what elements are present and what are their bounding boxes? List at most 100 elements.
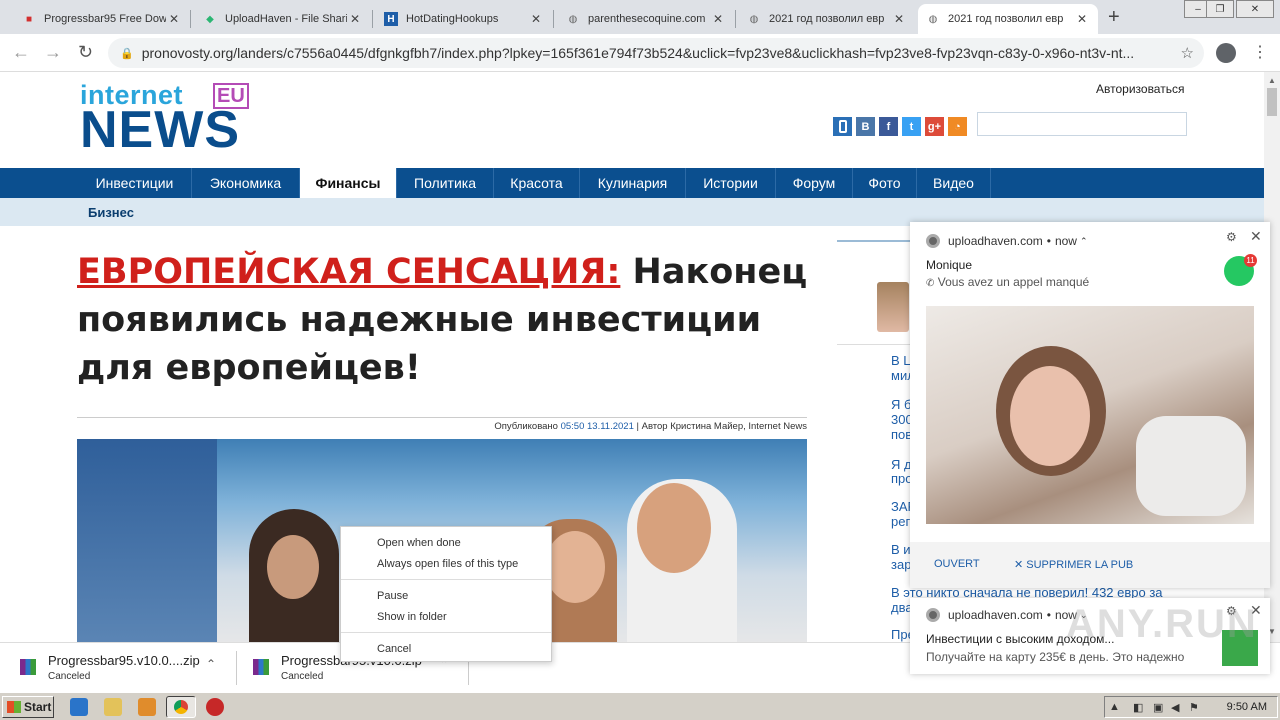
close-icon[interactable]: ✕ [347,12,363,26]
twitter-icon[interactable]: t [902,117,921,136]
subnav-item-business[interactable]: Бизнес [88,205,134,220]
google-plus-icon[interactable]: g+ [925,117,944,136]
watermark-logo: ANY.RUN [1066,602,1258,646]
logo-news-text[interactable]: NEWS [80,104,240,156]
facebook-icon[interactable]: f [879,117,898,136]
lock-icon: 🔒 [120,47,134,60]
speaker-icon[interactable]: ◀ [1171,701,1179,714]
sidebar-thumbnail[interactable] [877,282,909,332]
system-tray: ▲ ◧ ▣ ◀ ⚑ 9:50 AM [1104,696,1278,718]
notification-title: Monique [926,258,973,272]
globe-icon: ◍ [749,13,759,25]
close-icon[interactable]: ✕ [1250,228,1262,245]
winrar-archive-icon [20,659,36,675]
nav-item-stories[interactable]: Истории [686,168,776,198]
tab-divider [553,10,554,28]
internet-explorer-icon[interactable] [70,698,88,716]
window-close-button[interactable]: ✕ [1236,0,1274,18]
menu-separator [341,579,551,580]
nav-item-forum[interactable]: Форум [776,168,853,198]
reload-icon[interactable]: ↻ [78,42,93,63]
start-button[interactable]: Start [2,696,54,718]
bookmark-star-icon[interactable]: ☆ [1181,44,1194,62]
tab-6-active[interactable]: ◍ 2021 год позволил евр ✕ [918,4,1098,34]
url-text[interactable]: pronovosty.org/landers/c7556a0445/dfgnkg… [142,45,1152,61]
site-search-input[interactable] [977,112,1187,136]
menu-item-always-open[interactable]: Always open files of this type [377,558,518,570]
scroll-thumb[interactable] [1267,88,1277,116]
browser-menu-icon[interactable]: ⋮ [1252,42,1268,62]
tab-3[interactable]: H HotDatingHookups ✕ [376,4,552,34]
close-icon[interactable]: ✕ [166,12,182,26]
close-icon[interactable]: ✕ [528,12,544,26]
mobile-icon[interactable] [833,117,852,136]
forward-arrow-icon[interactable]: → [44,42,62,63]
globe-icon: ◍ [568,13,578,25]
divider [77,417,807,418]
sidebar-divider [837,344,917,345]
back-arrow-icon[interactable]: ← [12,42,30,63]
address-bar[interactable]: 🔒 pronovosty.org/landers/c7556a0445/dfgn… [108,38,1204,68]
notification-body: Получайте на карту 235€ в день. Это наде… [926,650,1185,664]
tab-1[interactable]: ■ Progressbar95 Free Dow ✕ [14,4,190,34]
nav-item-investments[interactable]: Инвестиции [78,168,192,198]
tray-expand-icon[interactable]: ▲ [1109,701,1120,713]
delete-ad-button[interactable]: ✕ SUPPRIMER LA PUB [1014,558,1133,571]
browser-toolbar: ← → ↻ 🔒 pronovosty.org/landers/c7556a044… [0,34,1280,72]
open-button[interactable]: OUVERT [934,558,980,570]
tab-5[interactable]: ◍ 2021 год позволил евр ✕ [739,4,915,34]
nav-item-finance[interactable]: Финансы [300,168,397,198]
nav-item-economy[interactable]: Экономика [192,168,300,198]
download-context-menu: Open when done Always open files of this… [340,526,552,662]
folder-icon[interactable] [104,698,122,716]
chevron-up-icon[interactable]: ⌃ [206,657,216,671]
clock[interactable]: 9:50 AM [1227,701,1267,713]
close-icon[interactable]: ✕ [1074,12,1090,26]
scroll-up-arrow-icon[interactable]: ▲ [1268,76,1276,85]
new-tab-button[interactable]: + [1108,6,1120,29]
menu-item-pause[interactable]: Pause [377,590,408,602]
tab-2[interactable]: ◆ UploadHaven - File Shari ✕ [195,4,371,34]
nav-item-cooking[interactable]: Кулинария [580,168,686,198]
nav-item-photo[interactable]: Фото [853,168,917,198]
download-item-1[interactable]: Progressbar95.v10.0....zip Canceled ⌃ [20,643,226,693]
push-notification-1[interactable]: uploadhaven.com • now ⌃ ⚙ ✕ Monique ✆ Vo… [910,222,1270,588]
notification-actions: OUVERT ✕ SUPPRIMER LA PUB [910,542,1270,588]
byline-prefix: Опубликовано [494,421,561,432]
tab-divider [735,10,736,28]
profile-avatar-icon[interactable] [1216,43,1236,63]
nav-item-beauty[interactable]: Красота [494,168,580,198]
chrome-taskbar-button[interactable] [166,696,196,718]
notification-body-text: Vous avez un appel manqué [937,275,1090,289]
tab-4[interactable]: ◍ parenthesecoquine.com ✕ [558,4,734,34]
maximize-button[interactable]: ❐ [1206,0,1234,18]
close-icon[interactable]: ✕ [710,12,726,26]
nav-item-video[interactable]: Видео [917,168,991,198]
rss-icon[interactable]: ◔ [948,117,967,136]
network-icon[interactable]: ▣ [1153,701,1163,714]
menu-item-cancel[interactable]: Cancel [377,643,411,655]
chevron-up-icon[interactable]: ⌃ [1080,236,1088,247]
taskbar: Start ▲ ◧ ▣ ◀ ⚑ 9:50 AM [0,692,1280,720]
delete-ad-label: SUPPRIMER LA PUB [1026,559,1134,571]
close-icon: ✕ [1014,559,1027,571]
download-filename: Progressbar95.v10.0....zip [48,653,200,668]
media-player-icon[interactable] [138,698,156,716]
uploadhaven-icon: ◆ [206,13,214,25]
divider [236,651,237,685]
menu-item-open-when-done[interactable]: Open when done [377,537,461,549]
nav-item-politics[interactable]: Политика [397,168,494,198]
close-icon[interactable]: ✕ [891,12,907,26]
vk-icon[interactable]: B [856,117,875,136]
woman-face [545,531,605,603]
gear-icon[interactable]: ⚙ [1226,230,1237,244]
flag-icon[interactable]: ⚑ [1189,701,1199,714]
menu-item-show-in-folder[interactable]: Show in folder [377,611,447,623]
start-label: Start [24,700,52,714]
shield-icon[interactable]: ◧ [1133,701,1143,714]
winrar-archive-icon [253,659,269,675]
phone-icon: ✆ [926,278,935,289]
source-domain: uploadhaven.com [948,608,1043,622]
stop-icon[interactable] [206,698,224,716]
login-link[interactable]: Авторизоваться [1096,82,1184,96]
